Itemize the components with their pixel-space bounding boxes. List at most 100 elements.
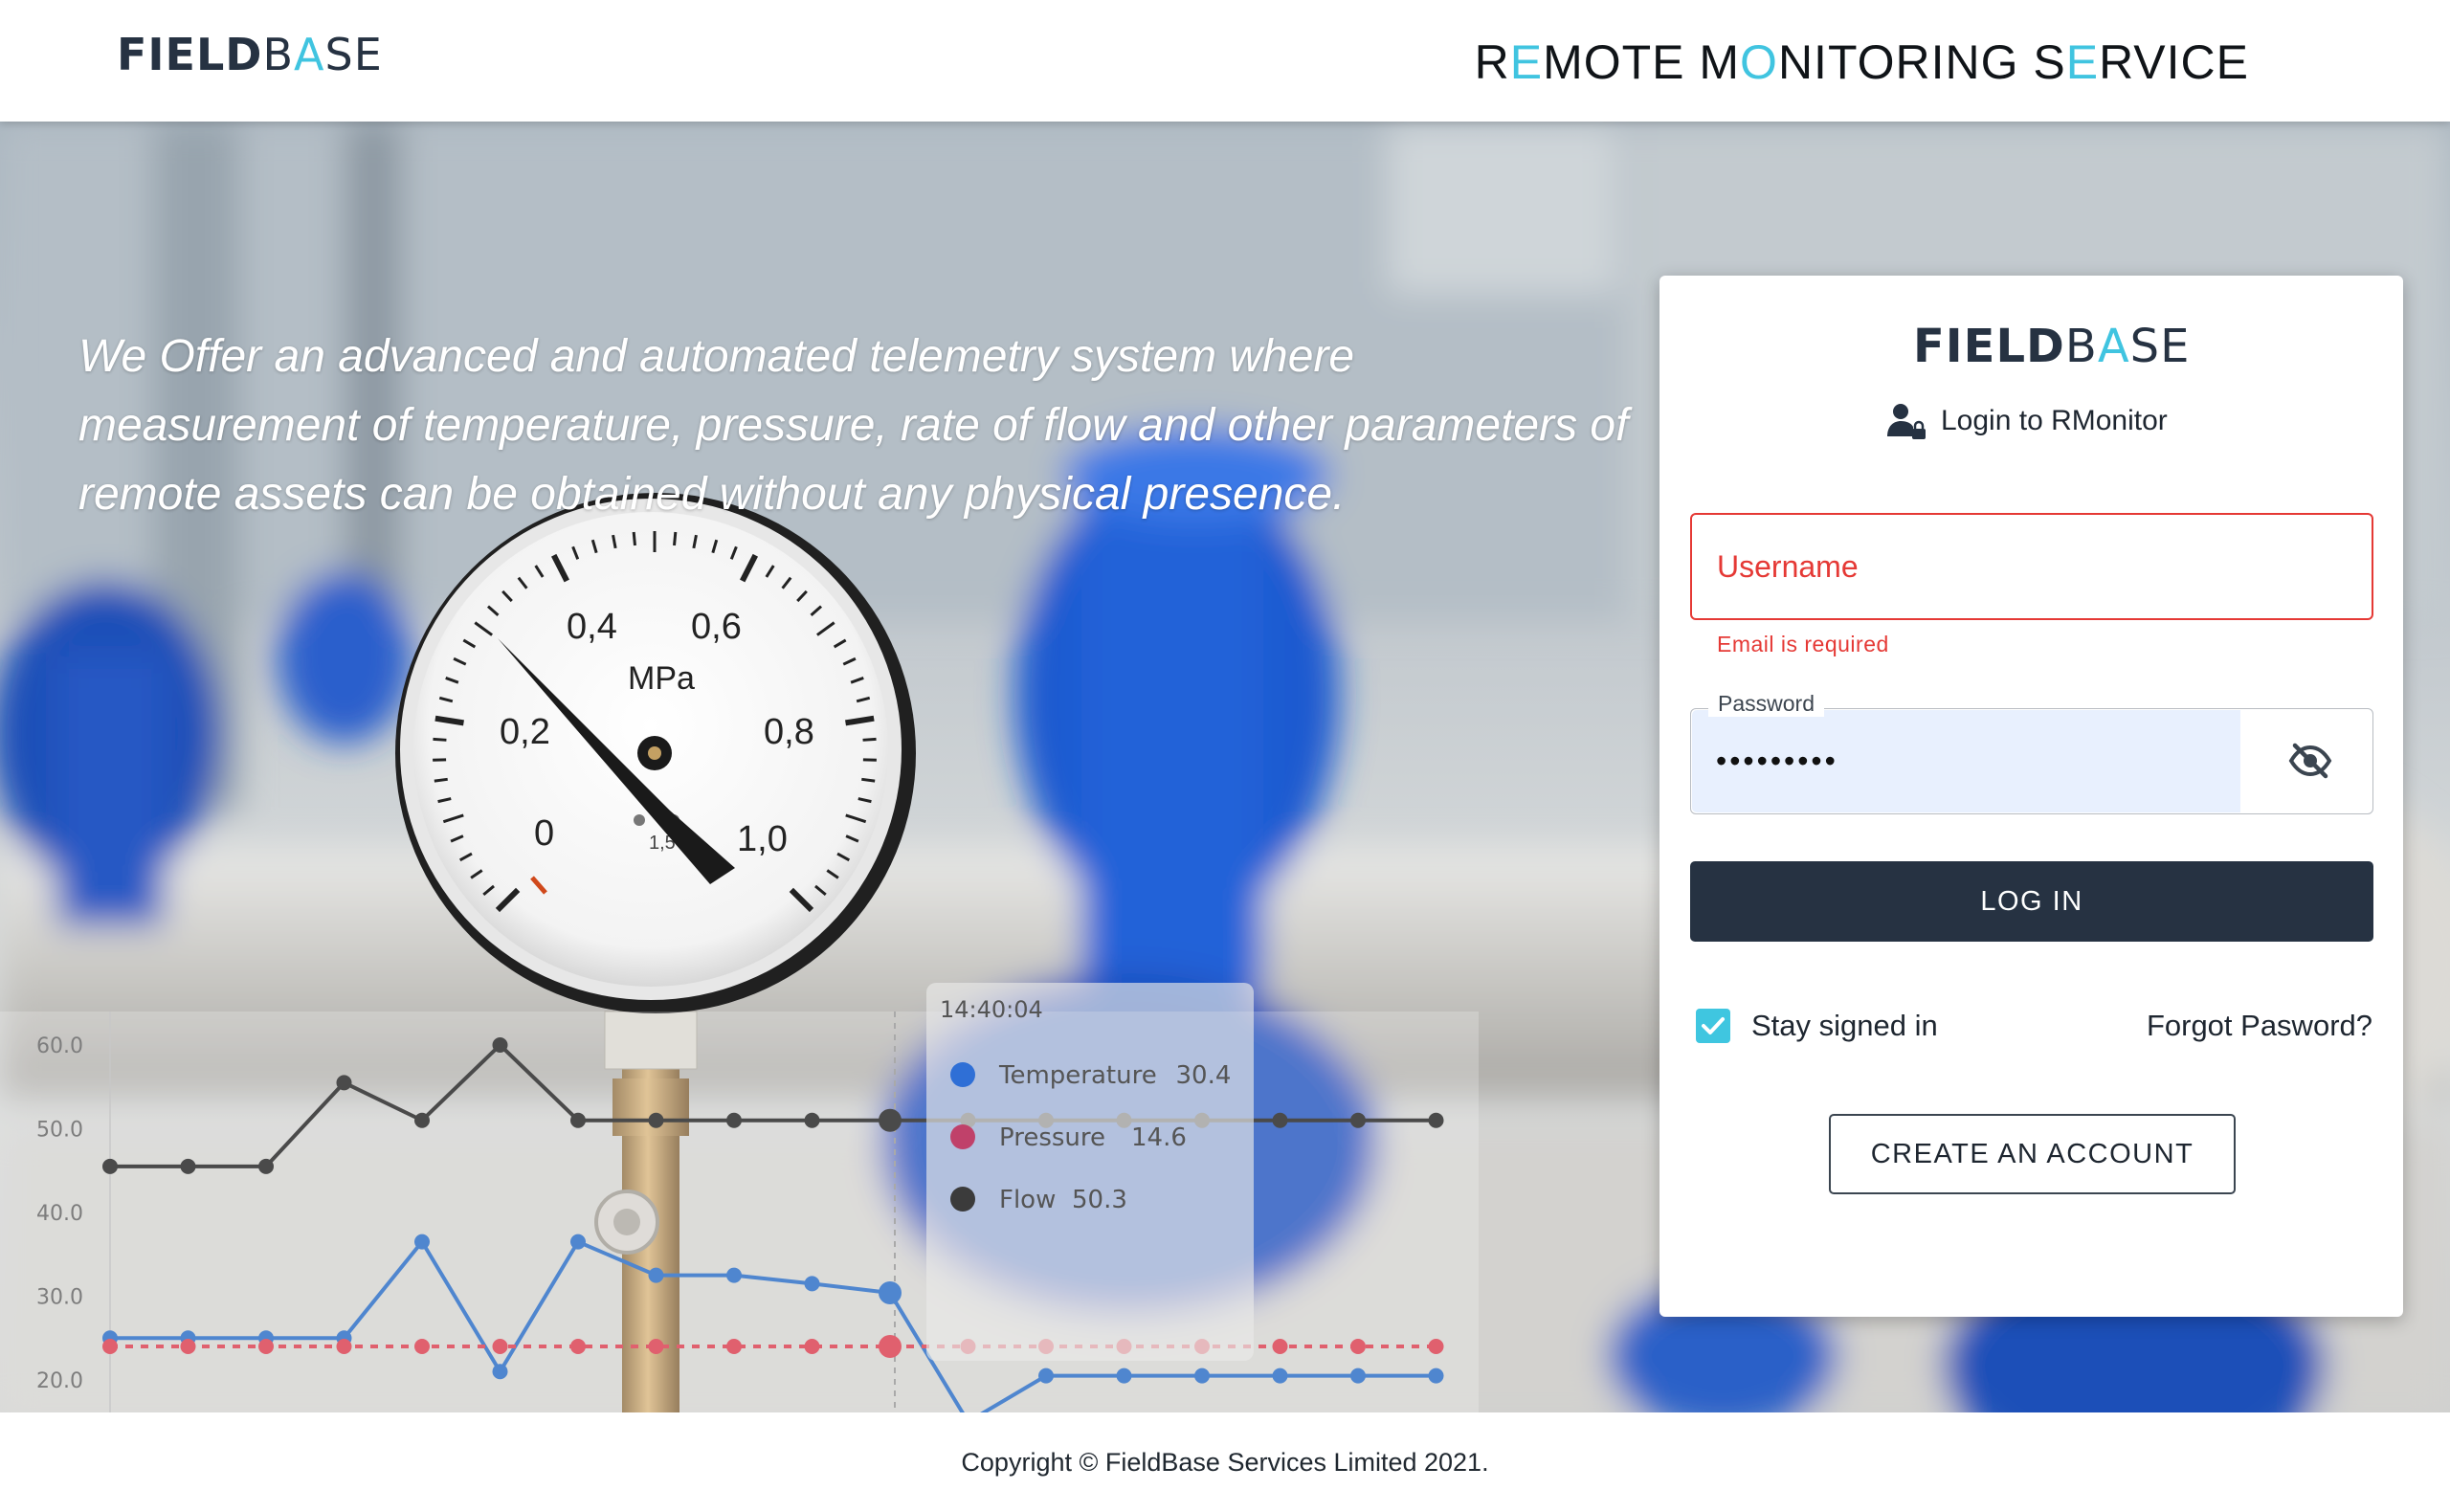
- series-point-pressure: [414, 1339, 430, 1354]
- series-point-flow: [180, 1158, 196, 1174]
- series-point-flow: [102, 1158, 118, 1174]
- tooltip-series-value: 30.4: [1176, 1061, 1232, 1090]
- tooltip-series-value: 14.6: [1131, 1123, 1187, 1152]
- gauge-unit: MPa: [628, 660, 695, 697]
- login-card: FIELD BASE Login to RMonitor Username Ema…: [1659, 276, 2403, 1317]
- series-point-flow: [570, 1112, 586, 1128]
- series-point-pressure: [492, 1339, 508, 1354]
- series-point-temperature: [804, 1276, 820, 1292]
- username-field[interactable]: Username: [1690, 513, 2373, 620]
- logo-base-text: BASE: [262, 29, 383, 80]
- series-point-flow: [804, 1112, 820, 1128]
- login-subtitle-text: Login to RMonitor: [1941, 405, 2168, 436]
- password-label: Password: [1708, 691, 1824, 717]
- series-point-temperature: [1428, 1367, 1444, 1384]
- checkmark-icon: [1702, 1017, 1725, 1034]
- series-point-temperature: [1194, 1367, 1210, 1384]
- series-point-flow: [336, 1075, 352, 1091]
- series-point-flow: [492, 1037, 508, 1053]
- title-text: S: [2033, 35, 2066, 89]
- gauge-tick: [862, 737, 877, 742]
- tooltip-series-label: Temperature: [998, 1061, 1157, 1090]
- tooltip-legend-dot: [950, 1124, 975, 1149]
- username-error: Email is required: [1717, 632, 1889, 656]
- forgot-password-link[interactable]: Forgot Pasword?: [2147, 1009, 2372, 1043]
- tooltip-legend-dot: [950, 1062, 975, 1087]
- logo-field-text: FIELD: [117, 29, 263, 80]
- series-point-pressure: [258, 1339, 274, 1354]
- title-text: NITORING: [1777, 35, 2034, 89]
- series-point-temperature: [414, 1234, 430, 1250]
- stay-signed-in-label: Stay signed in: [1751, 1009, 1938, 1042]
- gauge-tick: [632, 531, 636, 546]
- logo-field-text: FIELD: [1913, 320, 2065, 373]
- footer: Copyright © FieldBase Services Limited 2…: [0, 1412, 2450, 1512]
- top-header: FIELD BASE REMOTE MONITORING SERVICE: [0, 0, 2450, 122]
- tooltip-time: 14:40:04: [940, 996, 1043, 1023]
- gauge-label: 0: [534, 813, 554, 854]
- series-point-pressure: [102, 1339, 118, 1354]
- series-point-flow: [726, 1112, 742, 1128]
- gauge-tick: [433, 737, 447, 742]
- title-text: MOTE: [1543, 35, 1700, 89]
- title-accent-letter: E: [1509, 35, 1544, 89]
- series-point-pressure: [804, 1339, 820, 1354]
- series-point-flow: [1272, 1112, 1288, 1128]
- card-fieldbase-logo: FIELD BASE: [1913, 320, 2190, 373]
- login-subtitle: Login to RMonitor: [1885, 400, 2168, 442]
- chart-y-tick-label: 60.0: [36, 1034, 83, 1058]
- gauge-label: 0,8: [764, 712, 814, 752]
- username-placeholder: Username: [1717, 549, 1859, 584]
- series-point-pressure: [1428, 1339, 1444, 1354]
- series-point-temperature: [1272, 1367, 1288, 1384]
- chart-y-tick-label: 50.0: [36, 1119, 83, 1143]
- title-accent-letter: E: [2065, 35, 2100, 89]
- gauge-tick: [434, 777, 448, 783]
- series-point-pressure: [570, 1339, 586, 1354]
- password-field[interactable]: Password •••••••••: [1690, 691, 2373, 814]
- create-account-button[interactable]: CREATE AN ACCOUNT: [1829, 1114, 2236, 1194]
- chart-y-tick-label: 20.0: [36, 1369, 83, 1393]
- stay-signed-in-checkbox[interactable]: [1696, 1009, 1730, 1043]
- series-point-flow: [1350, 1112, 1366, 1128]
- chart-y-tick-label: 40.0: [36, 1202, 83, 1226]
- logo-base-text: BASE: [2064, 320, 2191, 373]
- hero-tagline: We Offer an advanced and automated telem…: [78, 331, 1629, 520]
- series-point-temperature: [1038, 1367, 1054, 1384]
- series-point-pressure: [1272, 1339, 1288, 1354]
- chart-tooltip: 14:40:04 Temperature 30.4 Pressure 14.6 Flow…: [926, 983, 1254, 1361]
- tooltip-series-label: Pressure: [999, 1123, 1105, 1152]
- fieldbase-logo[interactable]: FIELD BASE: [117, 29, 383, 80]
- gauge-tick: [861, 777, 876, 783]
- login-button[interactable]: LOG IN: [1690, 861, 2373, 942]
- logo-accent-letter: A: [2097, 320, 2130, 373]
- copyright-text: Copyright © FieldBase Services Limited 2…: [961, 1447, 1489, 1477]
- telemetry-line-chart: 60.0 50.0 40.0 30.0 20.0 14:40:04 Temperatur…: [0, 983, 1479, 1412]
- tooltip-series-value: 50.3: [1072, 1186, 1127, 1214]
- logo-accent-letter: A: [294, 29, 325, 80]
- chart-y-tick-label: 30.0: [36, 1286, 83, 1310]
- gauge-label: 0,6: [691, 607, 742, 647]
- series-point-pressure: [726, 1339, 742, 1354]
- series-point-pressure: [180, 1339, 196, 1354]
- user-lock-icon: [1887, 404, 1926, 439]
- stay-signed-in-toggle[interactable]: Stay signed in: [1696, 1009, 1938, 1043]
- title-text: M: [1699, 35, 1741, 89]
- series-point-flow: [258, 1158, 274, 1174]
- series-point-flow: [1428, 1112, 1444, 1128]
- series-point-temperature: [492, 1364, 508, 1380]
- series-point-flow: [648, 1112, 664, 1128]
- series-point-pressure: [1350, 1339, 1366, 1354]
- series-point-temperature: [726, 1267, 742, 1283]
- toggle-password-visibility-icon[interactable]: [2288, 742, 2332, 780]
- series-point-temperature: [1116, 1367, 1132, 1384]
- gauge-label: 0,4: [567, 607, 617, 647]
- series-point-pressure: [879, 1335, 902, 1358]
- series-point-flow: [879, 1108, 902, 1132]
- title-text: RVICE: [2099, 35, 2249, 89]
- tooltip-series-label: Flow: [999, 1186, 1056, 1214]
- gauge-label: 0,2: [500, 712, 550, 752]
- title-accent-letter: O: [1740, 35, 1778, 89]
- series-point-temperature: [648, 1267, 664, 1283]
- password-value: •••••••••: [1716, 744, 1838, 778]
